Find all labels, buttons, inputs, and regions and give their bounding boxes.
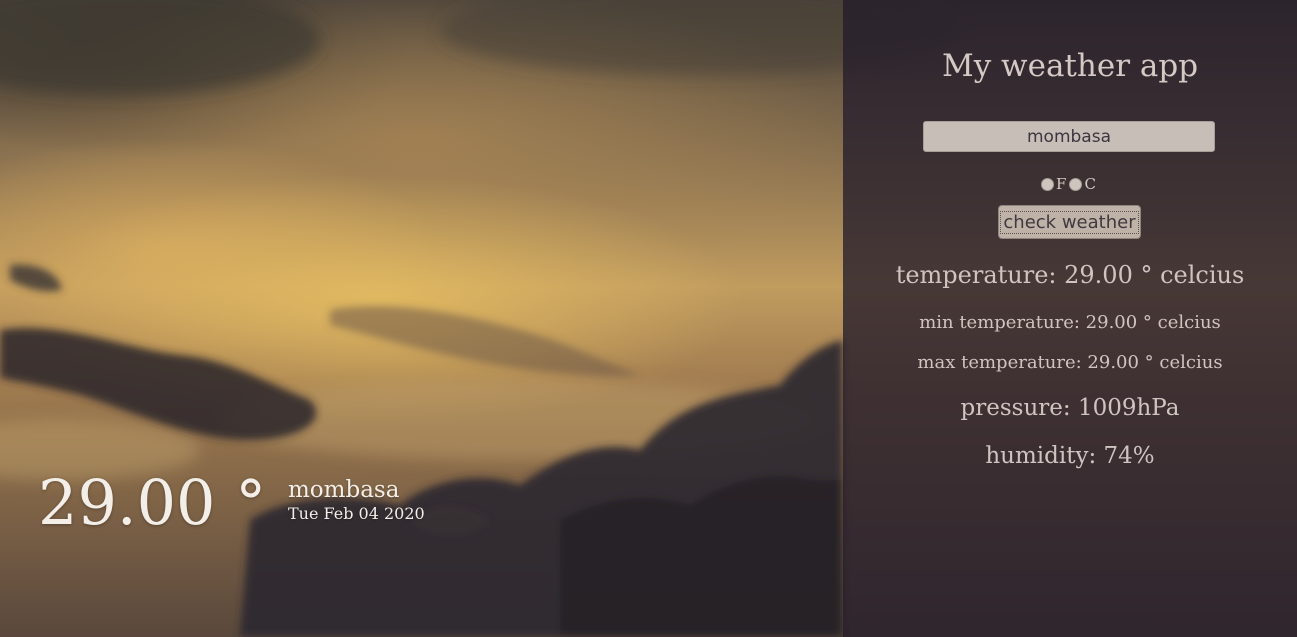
current-date: Tue Feb 04 2020 [288, 504, 425, 523]
fahrenheit-radio[interactable] [1041, 177, 1055, 191]
fahrenheit-label: F [1056, 175, 1067, 193]
max-temperature-detail: max temperature: 29.00 ° celcius [917, 352, 1223, 373]
city-search-input[interactable] [923, 121, 1215, 152]
pressure-detail: pressure: 1009hPa [960, 395, 1180, 421]
humidity-detail: humidity: 74% [985, 443, 1155, 469]
weather-app: 29.00 ° mombasa Tue Feb 04 2020 My weath… [0, 0, 1297, 637]
check-weather-button[interactable]: check weather [998, 205, 1141, 239]
temperature-detail: temperature: 29.00 ° celcius [895, 261, 1245, 289]
weather-side-panel: My weather app F C check weather tempera… [843, 0, 1297, 637]
unit-selector: F C [843, 175, 1297, 193]
current-temperature: 29.00 ° [38, 466, 267, 539]
min-temperature-detail: min temperature: 29.00 ° celcius [919, 312, 1221, 333]
celsius-label: C [1084, 175, 1096, 193]
check-weather-label: check weather [1000, 210, 1139, 234]
location-block: mombasa Tue Feb 04 2020 [288, 476, 425, 524]
city-name: mombasa [288, 477, 400, 503]
app-title: My weather app [941, 48, 1199, 84]
celsius-radio[interactable] [1069, 177, 1083, 191]
